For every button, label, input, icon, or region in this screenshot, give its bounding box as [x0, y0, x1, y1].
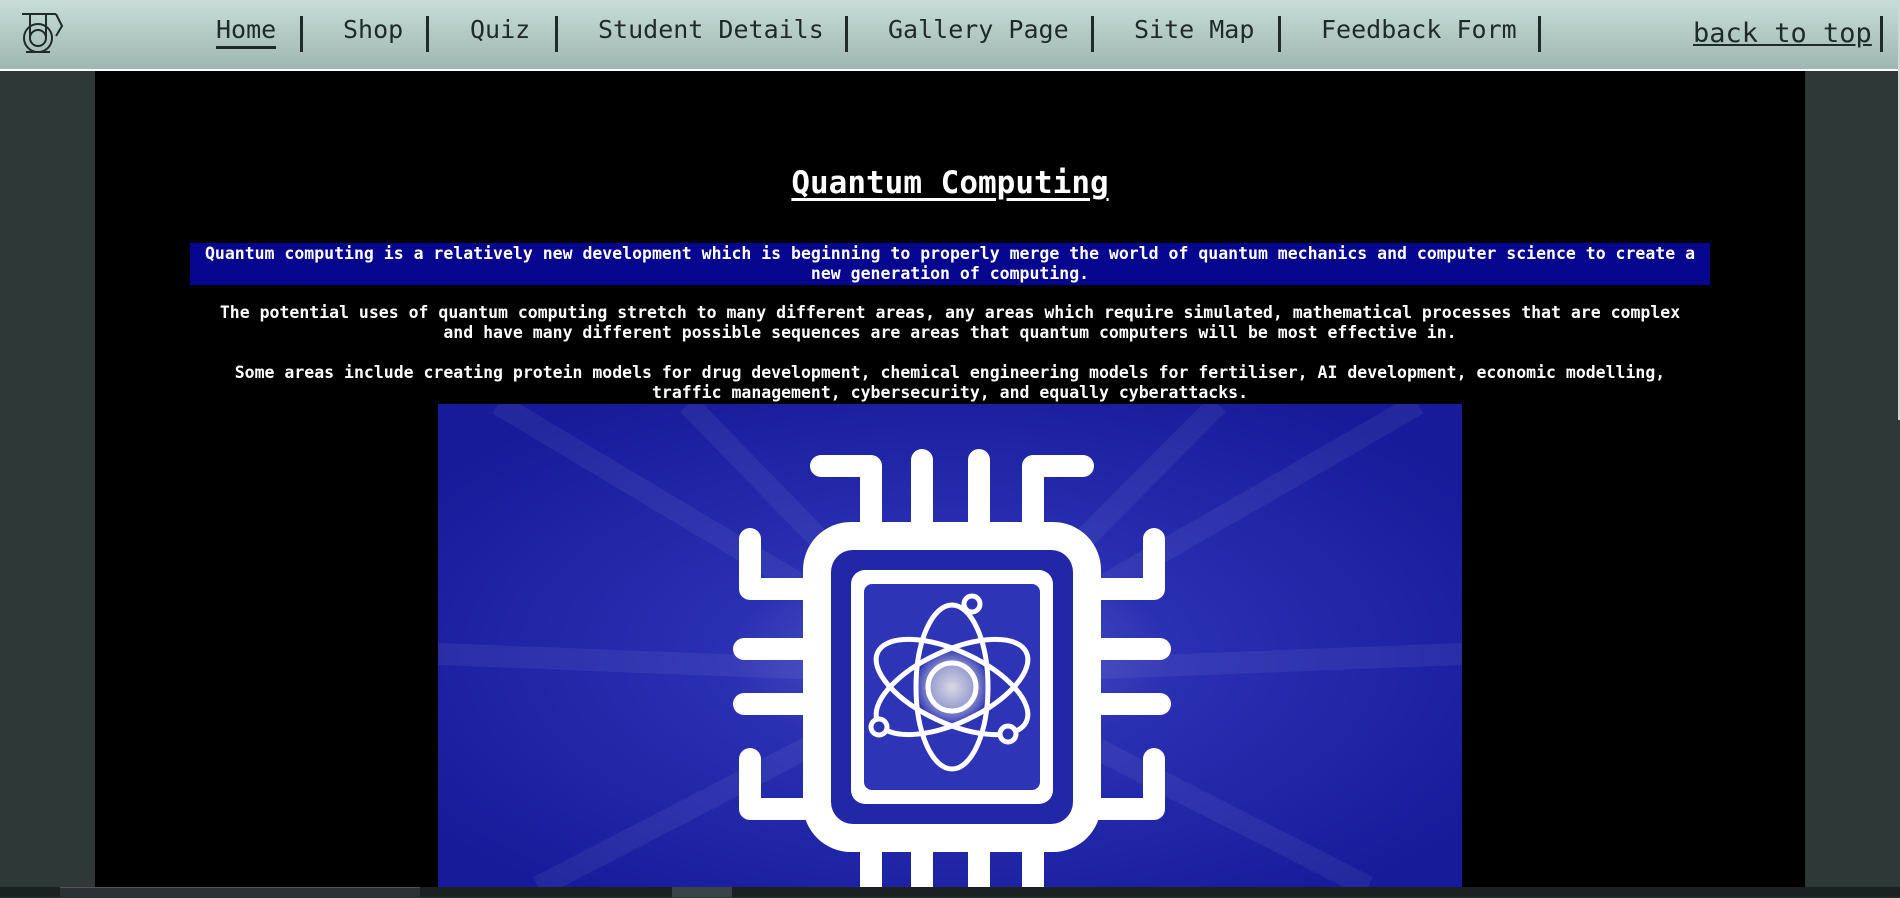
nav-quiz[interactable]: Quiz: [470, 15, 530, 44]
navbar: Home Shop Quiz Student Details Gallery P…: [0, 0, 1900, 71]
nav-home[interactable]: Home: [216, 15, 277, 49]
site-logo-icon[interactable]: [16, 8, 66, 58]
taskbar-search[interactable]: [60, 887, 420, 898]
taskbar-app-button[interactable]: [672, 887, 732, 897]
nav-separator: [426, 16, 429, 52]
uses-paragraph: The potential uses of quantum computing …: [219, 303, 1681, 342]
quantum-chip-icon: [438, 404, 1462, 887]
page-title: Quantum Computing: [791, 165, 1109, 201]
intro-paragraph: Quantum computing is a relatively new de…: [190, 243, 1710, 285]
nav-separator: [1538, 16, 1541, 52]
nav-gallery-page[interactable]: Gallery Page: [888, 15, 1069, 44]
nav-feedback-form[interactable]: Feedback Form: [1321, 15, 1517, 44]
back-to-top-link[interactable]: back to top: [1693, 18, 1872, 49]
nav-separator: [1880, 16, 1883, 52]
nav-separator: [1278, 16, 1281, 52]
quantum-chip-image: [438, 404, 1462, 887]
nav-separator: [555, 16, 558, 52]
areas-paragraph: Some areas include creating protein mode…: [234, 363, 1666, 402]
nav-site-map[interactable]: Site Map: [1134, 15, 1254, 44]
nav-shop[interactable]: Shop: [343, 15, 403, 44]
nav-separator: [300, 16, 303, 52]
nav-separator: [845, 16, 848, 52]
nav-student-details[interactable]: Student Details: [598, 15, 824, 44]
main-content: Quantum Computing Quantum computing is a…: [95, 71, 1805, 887]
nav-separator: [1091, 16, 1094, 52]
